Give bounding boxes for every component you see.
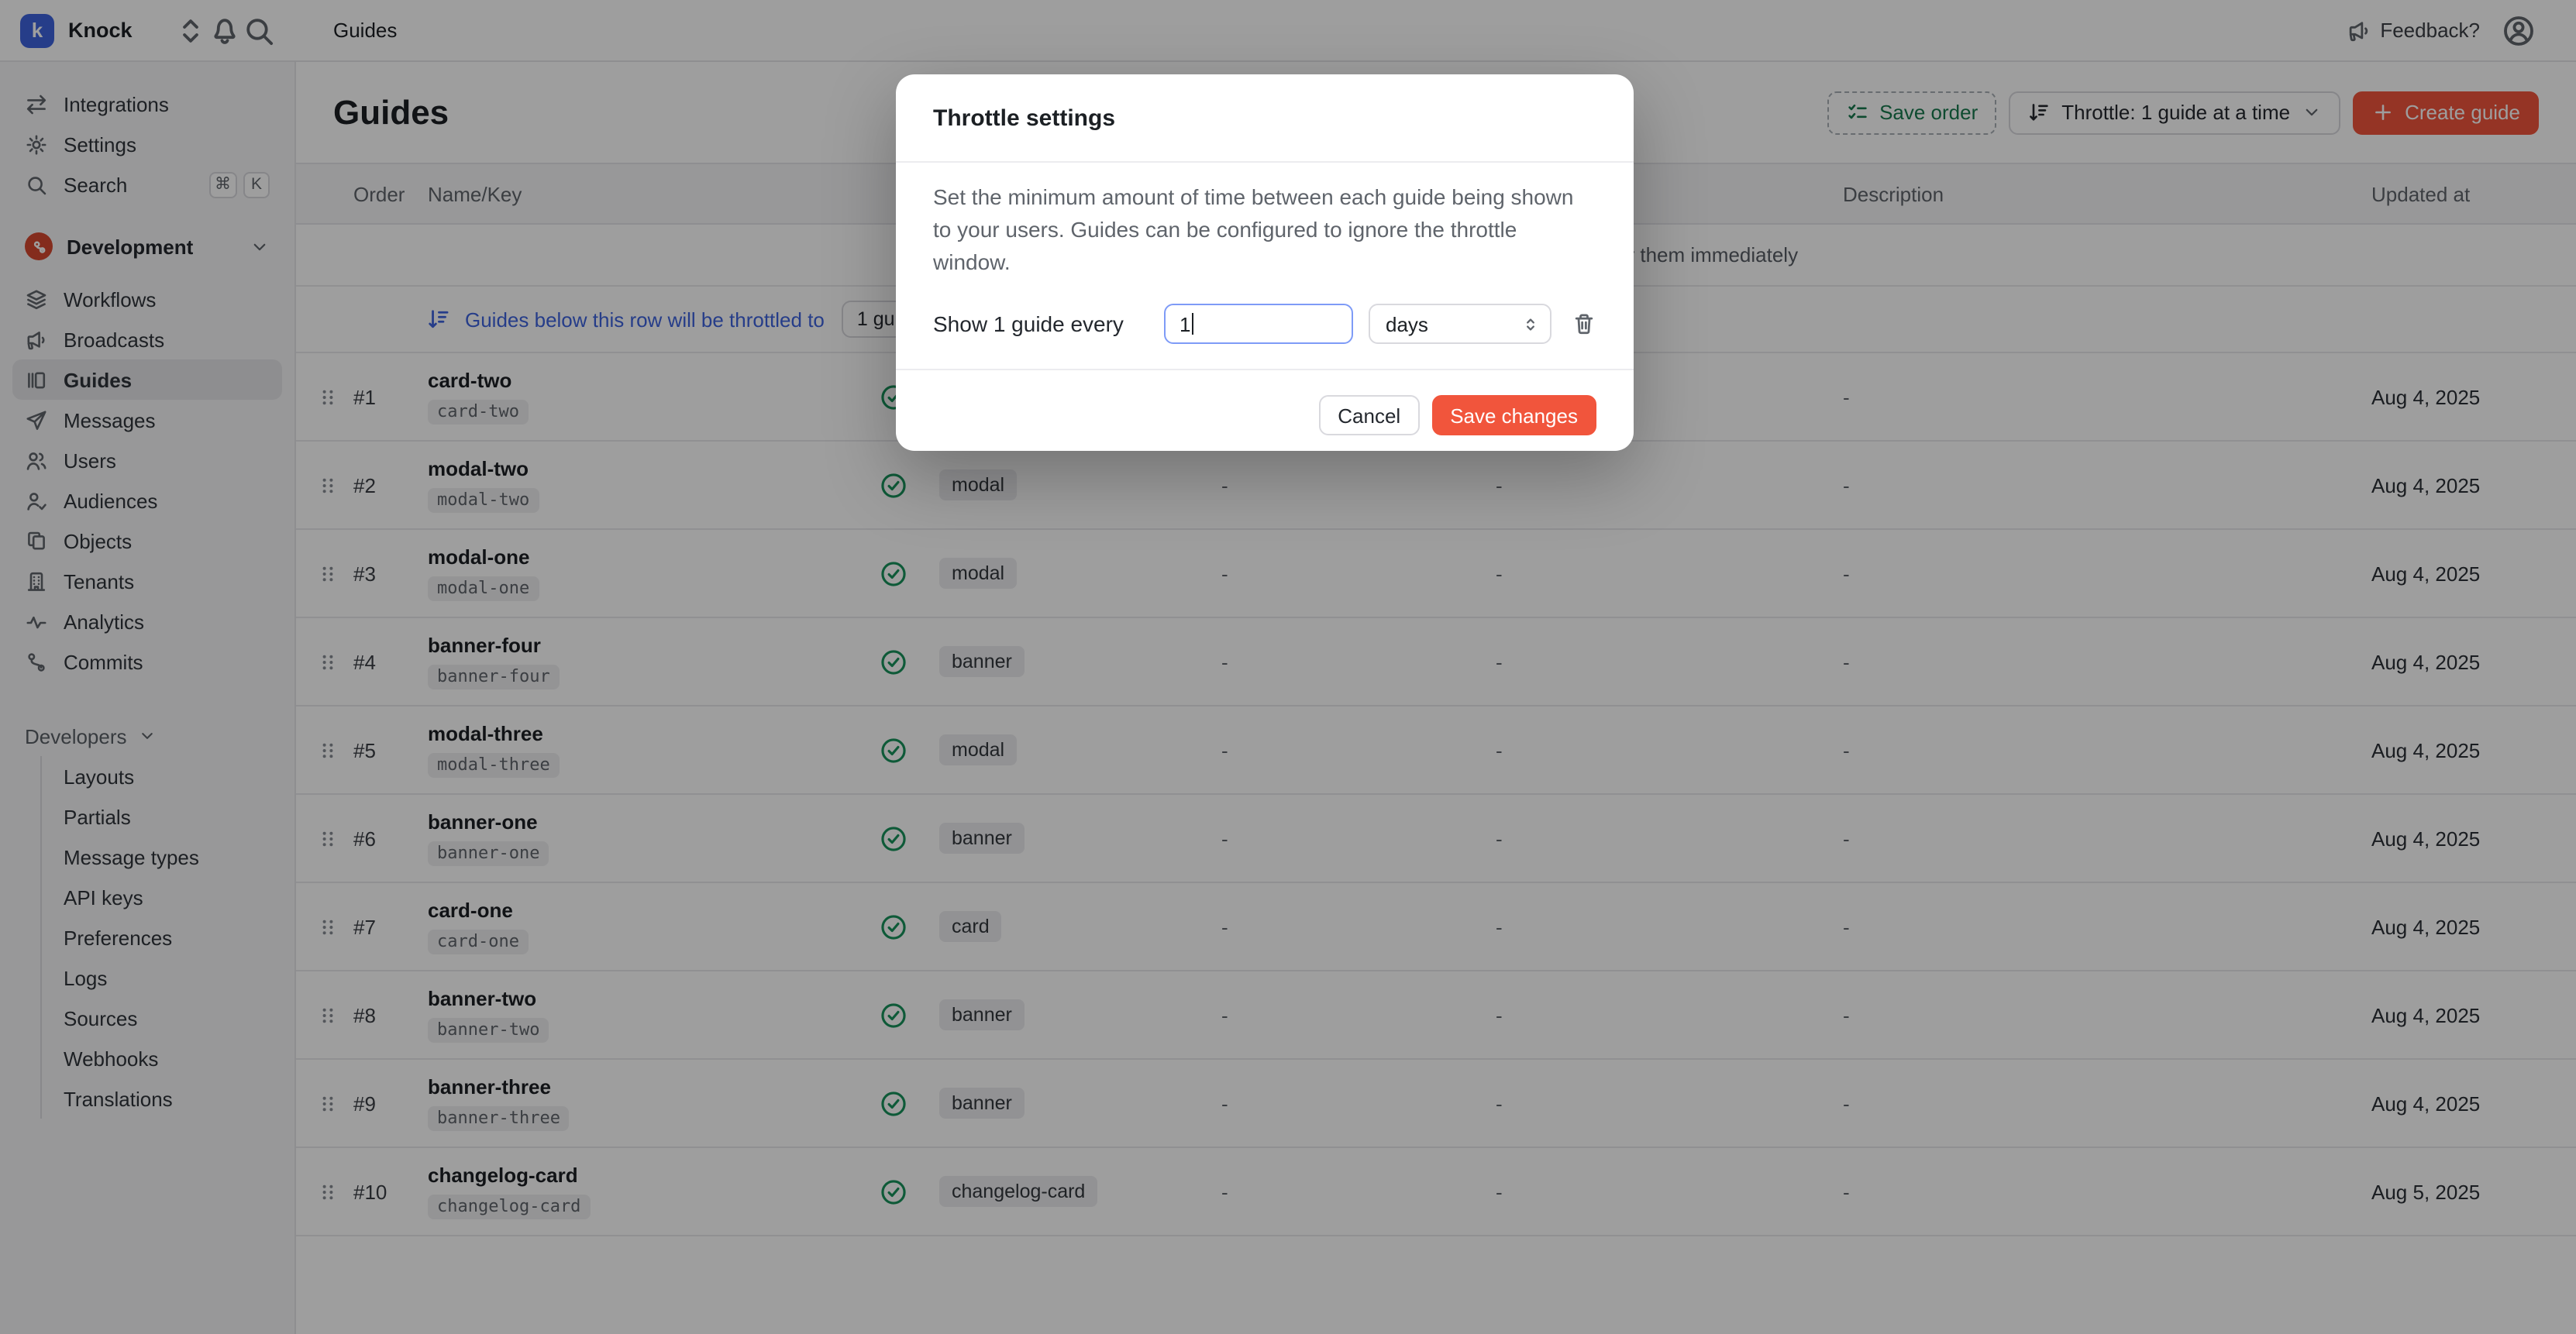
save-changes-button[interactable]: Save changes xyxy=(1431,395,1596,435)
cancel-button[interactable]: Cancel xyxy=(1319,395,1419,435)
modal-description: Set the minimum amount of time between e… xyxy=(896,163,1634,279)
trash-icon[interactable] xyxy=(1572,311,1596,336)
text-caret xyxy=(1192,313,1193,335)
app-window: k Knock Guides Feedback? IntegrationsSet… xyxy=(0,0,2576,1334)
modal-title: Throttle settings xyxy=(896,74,1634,163)
throttle-unit-select[interactable]: days xyxy=(1369,304,1551,344)
throttle-settings-modal: Throttle settings Set the minimum amount… xyxy=(896,74,1634,451)
throttle-value-input[interactable]: 1 xyxy=(1164,304,1353,344)
throttle-window-label: Show 1 guide every xyxy=(933,311,1164,336)
select-updown-icon xyxy=(1520,314,1541,334)
